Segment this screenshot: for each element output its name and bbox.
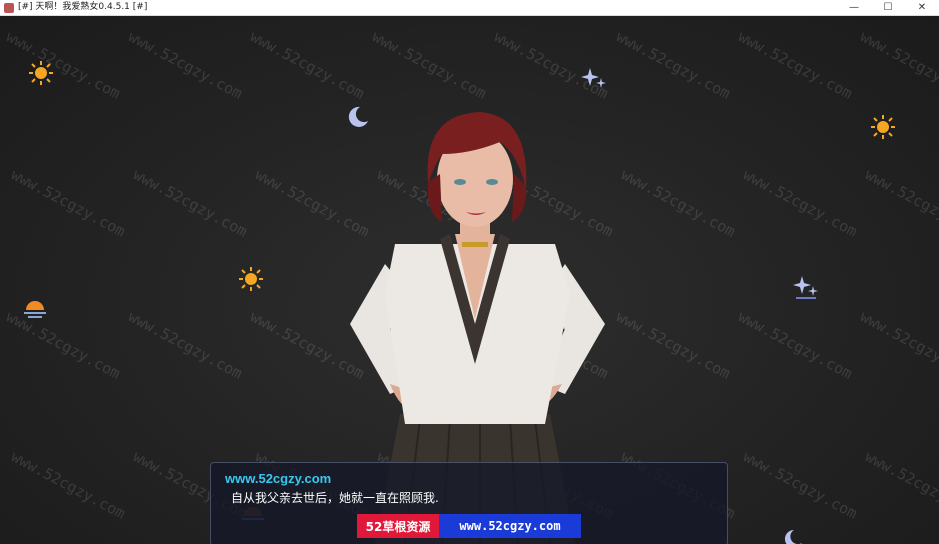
moon-icon	[784, 529, 802, 544]
watermark-text: www.52cgzy.com	[125, 307, 246, 383]
stars-icon	[581, 68, 606, 88]
watermark-text: www.52cgzy.com	[130, 165, 251, 241]
dialog-text: 自从我父亲去世后，她就一直在照顾我.	[231, 491, 439, 505]
watermark-text: www.52cgzy.com	[735, 307, 856, 383]
sun-icon	[29, 61, 53, 85]
app-icon	[4, 2, 14, 13]
maximize-button[interactable]: ☐	[871, 0, 905, 15]
dialog-box[interactable]: www.52cgzy.com 自从我父亲去世后，她就一直在照顾我. 52草根资源…	[210, 462, 728, 544]
window-titlebar: [#] 天啊！我爱熟女0.4.5.1 [#] — ☐ ✕	[0, 0, 939, 16]
game-stage[interactable]: www.52cgzy.com www.52cgzy.com www.52cgzy.c…	[0, 16, 939, 544]
watermark-text: www.52cgzy.com	[740, 165, 861, 241]
watermark-text: www.52cgzy.com	[735, 27, 856, 103]
window-controls: — ☐ ✕	[837, 0, 939, 15]
watermark-text: www.52cgzy.com	[857, 27, 939, 103]
watermark-text: www.52cgzy.com	[8, 447, 129, 523]
watermark-text: www.52cgzy.com	[125, 27, 246, 103]
close-button[interactable]: ✕	[905, 0, 939, 15]
site-banner-right: www.52cgzy.com	[439, 514, 581, 538]
sunset-icon	[24, 301, 46, 318]
speaker-name: www.52cgzy.com	[225, 471, 332, 486]
watermark-text: www.52cgzy.com	[613, 307, 734, 383]
window-title: [#] 天啊！我爱熟女0.4.5.1 [#]	[18, 2, 148, 12]
watermark-text: www.52cgzy.com	[862, 165, 939, 241]
watermark-text: www.52cgzy.com	[618, 165, 739, 241]
watermark-text: www.52cgzy.com	[857, 307, 939, 383]
site-banner-left: 52草根资源	[357, 514, 439, 538]
sun-icon	[239, 267, 263, 291]
watermark-text: www.52cgzy.com	[862, 447, 939, 523]
watermark-text: www.52cgzy.com	[613, 27, 734, 103]
watermark-text: www.52cgzy.com	[3, 27, 124, 103]
sun-icon	[871, 115, 895, 139]
watermark-text: www.52cgzy.com	[740, 447, 861, 523]
watermark-text: www.52cgzy.com	[8, 165, 129, 241]
watermark-text: www.52cgzy.com	[369, 27, 490, 103]
watermark-text: www.52cgzy.com	[247, 27, 368, 103]
stars-icon	[793, 276, 818, 299]
minimize-button[interactable]: —	[837, 0, 871, 15]
